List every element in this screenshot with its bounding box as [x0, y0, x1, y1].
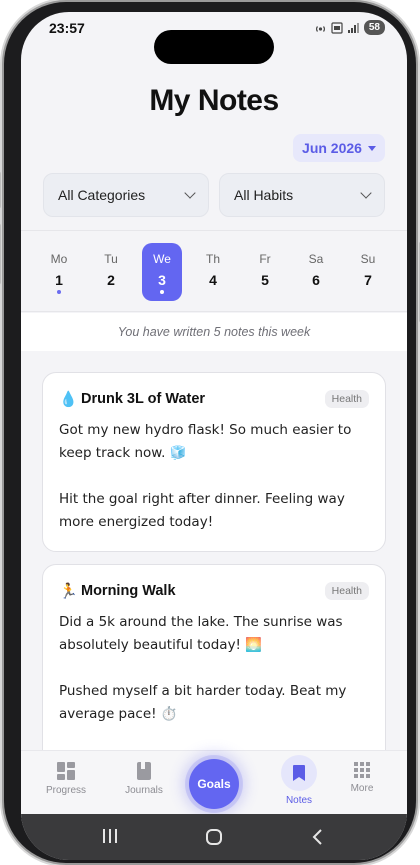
system-nav-bar: [21, 814, 407, 860]
note-indicator-dot: [57, 290, 61, 294]
note-body: Did a 5k around the lake. The sunrise wa…: [59, 611, 369, 726]
signal-icon: [347, 22, 359, 33]
category-select[interactable]: All Categories: [43, 173, 209, 217]
nav-label: Notes: [285, 795, 313, 806]
category-select-value: All Categories: [58, 187, 146, 203]
day-sunday[interactable]: Su 7: [348, 243, 388, 301]
note-title: Morning Walk: [81, 583, 176, 599]
day-number: 6: [312, 272, 320, 288]
chevron-down-icon: [184, 187, 196, 199]
bookmark-icon: [293, 765, 305, 781]
nav-journals[interactable]: Journals: [112, 761, 176, 796]
note-paragraph: Pushed myself a bit harder today. Beat m…: [59, 683, 347, 722]
screen: 23:57 58 My Notes Jun 2026 All Categorie…: [21, 12, 407, 860]
note-indicator-dot: [160, 290, 164, 294]
day-saturday[interactable]: Sa 6: [296, 243, 336, 301]
dashboard-icon: [57, 762, 75, 780]
habit-select-value: All Habits: [234, 187, 294, 203]
day-name: Sa: [308, 252, 324, 266]
bottom-nav: Progress Journals Goals Notes More: [21, 750, 407, 814]
page-title: My Notes: [149, 84, 279, 117]
runner-icon: 🏃: [59, 583, 78, 600]
category-tag: Health: [324, 582, 369, 600]
side-button: [0, 172, 1, 208]
habit-select[interactable]: All Habits: [219, 173, 385, 217]
goals-button[interactable]: Goals: [189, 759, 239, 809]
note-paragraph: Did a 5k around the lake. The sunrise wa…: [59, 614, 343, 653]
week-summary: You have written 5 notes this week: [21, 313, 407, 351]
day-friday[interactable]: Fr 5: [245, 243, 285, 301]
nav-label: Progress: [45, 785, 86, 796]
day-number: 5: [261, 272, 269, 288]
note-body: Got my new hydro flask! So much easier t…: [59, 419, 369, 534]
network-5g-icon: [331, 21, 343, 34]
day-thursday[interactable]: Th 4: [193, 243, 233, 301]
caret-down-icon: [367, 145, 376, 151]
nav-more[interactable]: More: [330, 761, 394, 794]
battery-icon: 58: [363, 20, 385, 35]
nav-label: Journals: [125, 785, 163, 796]
nav-label: More: [350, 783, 374, 794]
status-icons: 58: [314, 20, 385, 35]
day-name: Mo: [50, 252, 68, 266]
home-icon[interactable]: [205, 828, 223, 846]
status-time: 23:57: [49, 20, 85, 36]
day-name: Fr: [259, 252, 271, 266]
notes-icon-bubble: [281, 755, 317, 791]
recent-apps-icon[interactable]: [101, 828, 119, 844]
day-name: Th: [205, 252, 220, 266]
nav-notes[interactable]: Notes: [267, 755, 331, 806]
back-icon[interactable]: [311, 828, 323, 846]
book-icon: [137, 762, 151, 780]
note-card[interactable]: 💧 Drunk 3L of Water Health Got my new hy…: [42, 372, 386, 552]
day-tuesday[interactable]: Tu 2: [91, 243, 131, 301]
day-number: 4: [209, 272, 217, 288]
note-card[interactable]: 🏃 Morning Walk Health Did a 5k around th…: [42, 564, 386, 751]
chevron-down-icon: [360, 187, 372, 199]
status-bar: 23:57 58: [21, 12, 407, 64]
hotspot-icon: [315, 25, 325, 32]
phone-frame: 23:57 58 My Notes Jun 2026 All Categorie…: [0, 2, 420, 863]
grid-dots-icon: [354, 762, 370, 778]
month-picker[interactable]: Jun 2026: [293, 134, 385, 162]
nav-progress[interactable]: Progress: [34, 761, 98, 796]
side-button: [0, 224, 1, 284]
note-paragraph: Got my new hydro flask! So much easier t…: [59, 422, 352, 461]
dynamic-island: [154, 30, 274, 64]
day-monday[interactable]: Mo 1: [39, 243, 79, 301]
water-drop-icon: 💧: [59, 391, 78, 408]
day-number: 1: [55, 272, 63, 288]
day-number: 7: [364, 272, 372, 288]
note-header: 💧 Drunk 3L of Water Health: [59, 389, 369, 409]
day-wednesday[interactable]: We 3: [142, 243, 182, 301]
note-paragraph: Hit the goal right after dinner. Feeling…: [59, 491, 345, 530]
day-name: Tu: [104, 252, 118, 266]
day-number: 2: [107, 272, 115, 288]
month-label: Jun 2026: [302, 140, 362, 156]
note-header: 🏃 Morning Walk Health: [59, 581, 369, 601]
day-name: Su: [360, 252, 376, 266]
notes-list: 💧 Drunk 3L of Water Health Got my new hy…: [21, 351, 407, 751]
week-strip: Mo 1 Tu 2 We 3 Th 4 Fr 5 Sa 6 Su 7: [21, 230, 407, 312]
day-number: 3: [158, 272, 166, 288]
day-name: We: [153, 252, 171, 266]
note-title: Drunk 3L of Water: [81, 391, 206, 407]
category-tag: Health: [324, 390, 369, 408]
